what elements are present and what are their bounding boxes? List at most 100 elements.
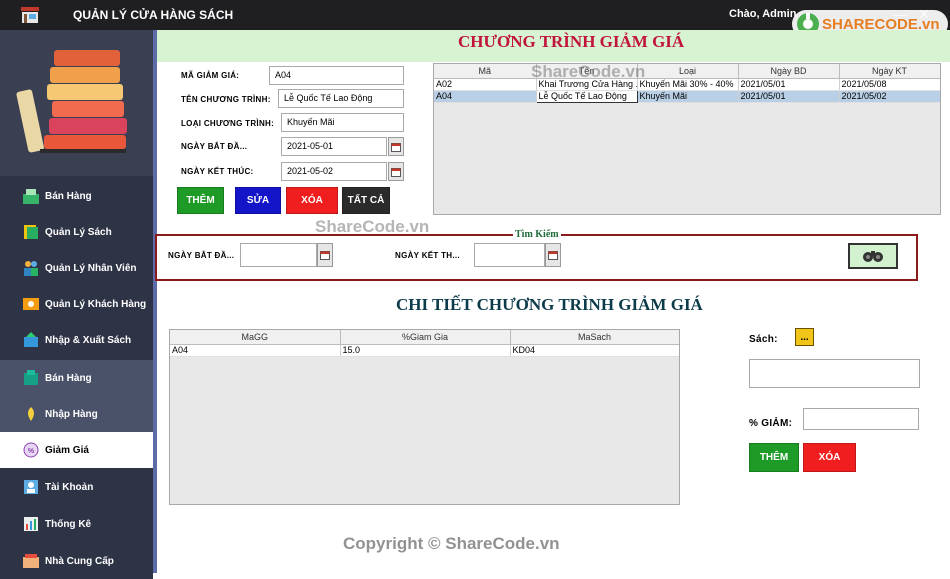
sidebar-item-label: Nhập Hàng [45,408,98,420]
column-header[interactable]: Loại [637,64,739,79]
supplier-icon [22,552,40,570]
percent-label: % GIẢM: [749,418,793,429]
add-detail-button[interactable]: THÊM [749,443,799,472]
sidebar-item-label: Bán Hàng [45,190,92,202]
sidebar-item-quan-ly-nhan-vien[interactable]: Quản Lý Nhân Viên [0,250,153,286]
sidebar-item-quan-ly-sach[interactable]: Quản Lý Sách [0,214,153,250]
column-header[interactable]: %Giam Gia [340,330,511,345]
sidebar-item-giam-gia[interactable]: % Giảm Giá [0,432,153,468]
table-row[interactable]: A04 15.0 KD04 [170,344,679,357]
code-label: MÃ GIẢM GIÁ: [181,71,240,80]
sidebar-item-thong-ke[interactable]: Thống Kê [0,506,153,542]
sidebar-divider [153,30,157,573]
search-start-field[interactable] [240,243,317,267]
sidebar-item-ban-hang-2[interactable]: Bán Hàng [0,360,153,396]
detail-title: CHI TIẾT CHƯƠNG TRÌNH GIẢM GIÁ [396,295,703,314]
import-export-icon [22,331,40,349]
table-cell[interactable]: 2021/05/01 [738,78,840,91]
sidebar-item-label: Giảm Giá [45,444,89,456]
sidebar-item-tai-khoan[interactable]: Tài Khoản [0,469,153,505]
search-end-field[interactable] [474,243,545,267]
column-header[interactable]: MaSach [510,330,679,345]
watermark-middle: ShareCode.vn [315,217,430,236]
cashier-icon [22,187,40,205]
sidebar-item-nha-cung-cap[interactable]: Nhà Cung Cấp [0,543,153,579]
table-row[interactable]: A02 Khai Trương Cửa Hàng ... Khuyến Mãi … [434,78,940,91]
watermark-top: ShareCode.vn [531,62,646,81]
discount-icon: % [22,441,40,459]
choose-book-button[interactable]: ... [795,328,814,346]
start-date-label: NGÀY BẮT ĐẦ... [181,142,248,151]
search-legend: Tìm Kiếm [513,229,561,240]
sidebar-item-label: Quản Lý Khách Hàng [45,298,147,310]
watermark-bottom: Copyright © ShareCode.vn [343,534,560,553]
staff-icon [22,259,40,277]
column-header[interactable]: Mã [434,64,537,79]
table-cell[interactable]: 2021/05/01 [738,90,840,103]
books-illustration [0,30,153,176]
table-cell[interactable]: 2021/05/02 [839,90,940,103]
code-field[interactable]: A04 [269,66,404,85]
binoculars-icon [862,247,884,266]
table-cell[interactable]: 15.0 [340,344,511,357]
account-icon [22,478,40,496]
book-icon [22,223,40,241]
statistics-icon [22,515,40,533]
start-date-field[interactable]: 2021-05-01 [281,137,387,156]
column-header[interactable]: Ngày BD [738,64,840,79]
detail-table: MaGG %Giam Gia MaSach A04 15.0 KD04 [169,329,680,505]
app-title: QUẢN LÝ CỬA HÀNG SÁCH [73,8,234,22]
sidebar-item-label: Quản Lý Nhân Viên [45,262,137,274]
programs-table: Mã Tên Loại Ngày BD Ngày KT A02 Khai Trư… [433,63,941,215]
table-cell[interactable]: A04 [170,344,341,357]
book-label: Sách: [749,334,778,345]
column-header[interactable]: Ngày KT [839,64,940,79]
add-program-button[interactable]: THÊM [177,187,224,214]
table-cell-editing[interactable]: Lễ Quốc Tế Lao Động [535,89,638,103]
title-bar: QUẢN LÝ CỬA HÀNG SÁCH Chào, Admin — ✕ SH… [0,0,950,38]
page-title: CHƯƠNG TRÌNH GIẢM GIÁ [458,32,685,51]
sidebar-item-nhap-xuat-sach[interactable]: Nhập & Xuất Sách [0,322,153,358]
delete-detail-button[interactable]: XÓA [803,443,856,472]
search-button[interactable] [848,243,898,269]
sidebar: Bán Hàng Quản Lý Sách Quản Lý Nhân Viên … [0,30,153,579]
program-name-label: TÊN CHƯƠNG TRÌNH: [181,95,271,104]
table-cell[interactable]: KD04 [510,344,679,357]
delete-program-button[interactable]: XÓA [286,187,338,214]
table-cell[interactable]: Khuyến Mãi 30% - 40% [637,78,739,91]
sidebar-item-ban-hang[interactable]: Bán Hàng [0,178,153,214]
table-cell[interactable]: Khuyến Mãi [637,90,739,103]
store-icon [20,6,40,24]
calendar-icon[interactable] [545,243,561,267]
end-date-label: NGÀY KẾT THÚC: [181,167,254,176]
sidebar-item-label: Tài Khoản [45,481,94,493]
show-all-button[interactable]: TẤT CẢ [342,187,390,214]
svg-text:%: % [28,448,35,455]
greeting-label: Chào, Admin [729,8,797,20]
book-field[interactable] [749,359,920,388]
end-date-field[interactable]: 2021-05-02 [281,162,387,181]
sidebar-item-label: Nhà Cung Cấp [45,555,114,567]
table-row-selected[interactable]: A04 Lễ Quốc Tế Lao Động Khuyến Mãi 2021/… [434,89,940,103]
table-cell[interactable]: 2021/05/08 [839,78,940,91]
percent-field[interactable] [803,408,919,430]
search-start-label: NGÀY BẮT ĐẦ... [168,251,235,260]
sales-icon [22,369,40,387]
sidebar-item-label: Bán Hàng [45,372,92,384]
table-cell[interactable]: A04 [434,90,537,103]
customer-icon [22,295,40,313]
column-header[interactable]: MaGG [170,330,341,345]
table-cell[interactable]: A02 [434,78,537,91]
sidebar-item-label: Quản Lý Sách [45,226,112,238]
program-type-field[interactable]: Khuyến Mãi [281,113,404,132]
program-type-label: LOẠI CHƯƠNG TRÌNH: [181,119,275,128]
sidebar-item-label: Thống Kê [45,518,92,530]
calendar-icon[interactable] [388,137,404,156]
sidebar-item-label: Nhập & Xuất Sách [45,334,132,346]
edit-program-button[interactable]: SỬA [235,187,281,214]
sidebar-item-nhap-hang[interactable]: Nhập Hàng [0,396,153,432]
program-name-field[interactable]: Lễ Quốc Tế Lao Động [278,89,404,108]
calendar-icon[interactable] [388,162,404,181]
calendar-icon[interactable] [317,243,333,267]
sidebar-item-quan-ly-khach-hang[interactable]: Quản Lý Khách Hàng [0,286,153,322]
